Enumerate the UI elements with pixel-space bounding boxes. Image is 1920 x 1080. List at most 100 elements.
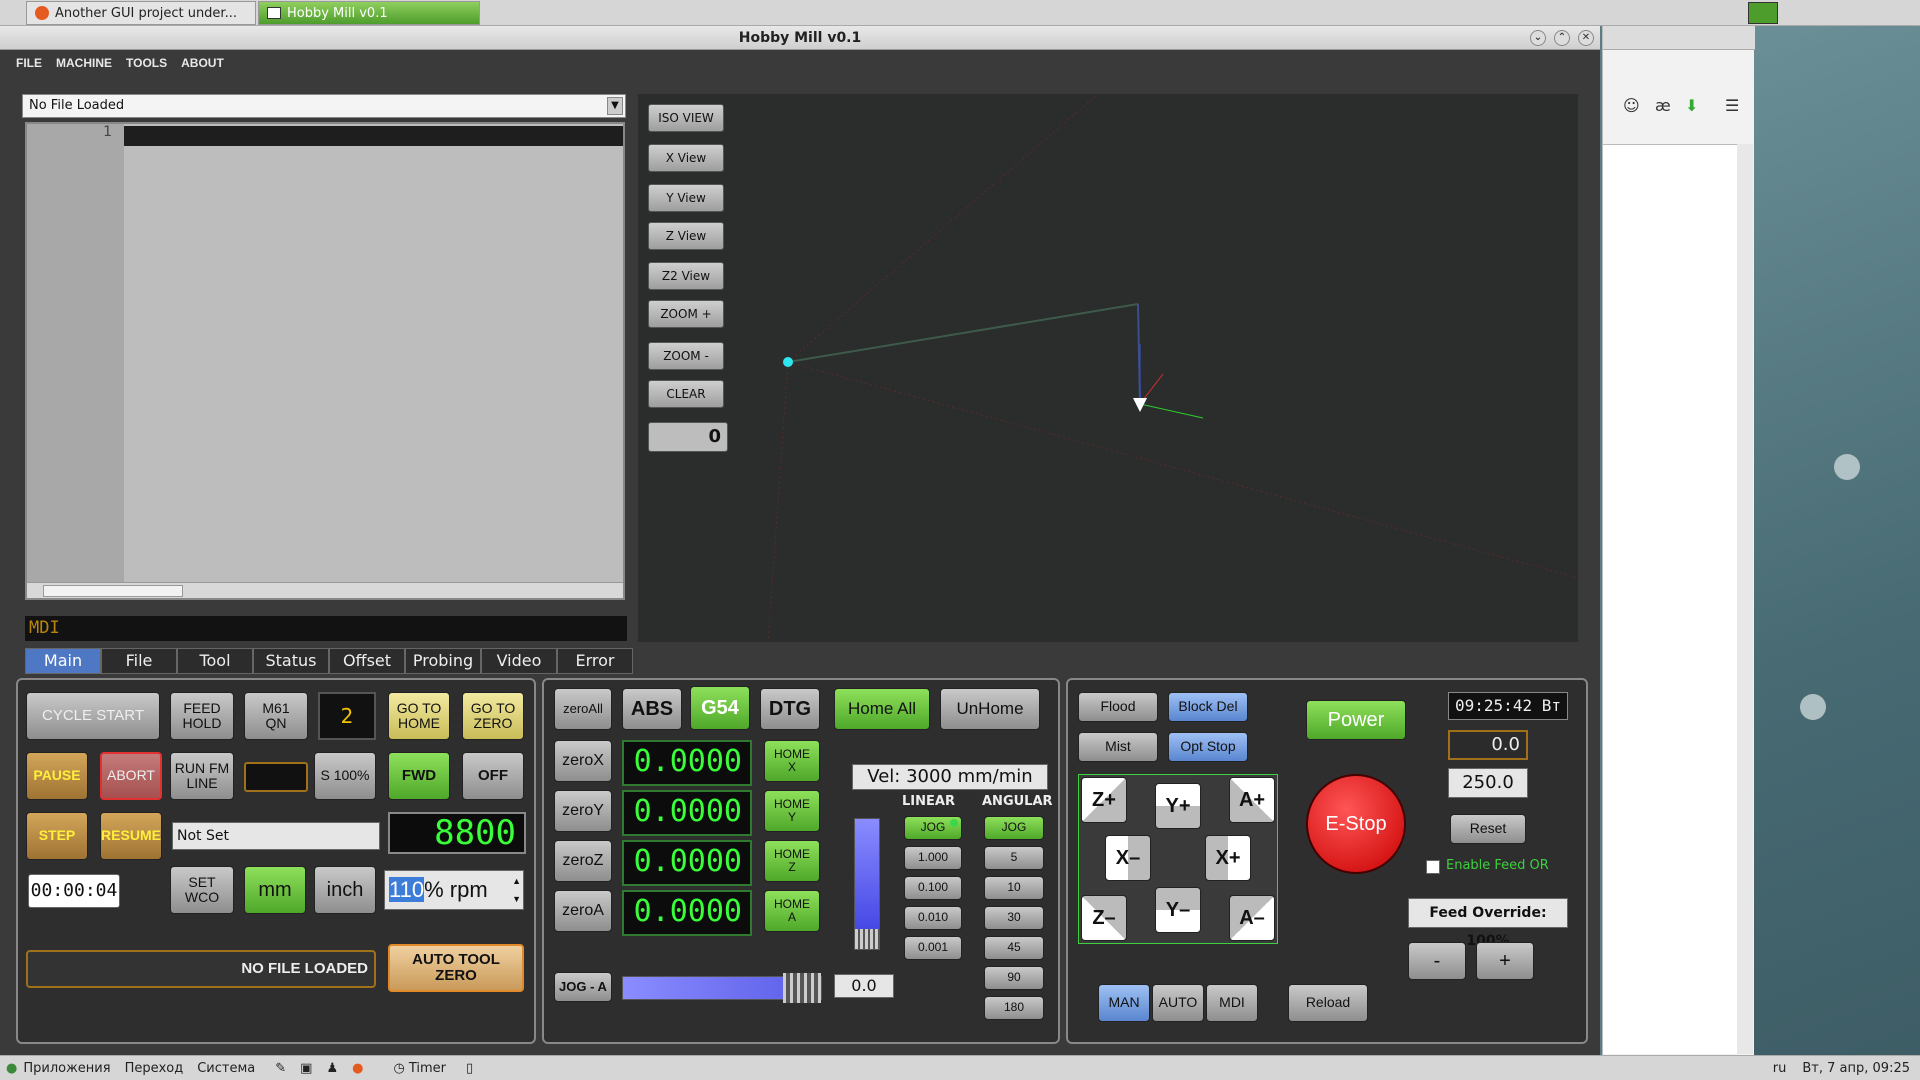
estop-button[interactable]: E-Stop (1306, 774, 1406, 874)
go-to-home-button[interactable]: GO TO HOME (388, 692, 450, 740)
zoom-out-button[interactable]: ZOOM - (648, 342, 724, 370)
menu-about[interactable]: ABOUT (181, 56, 224, 70)
mdi-input[interactable]: MDI (25, 616, 627, 641)
keyboard-layout[interactable]: ru (1773, 1061, 1787, 1076)
zero-y-button[interactable]: zeroY (554, 790, 612, 832)
download-icon[interactable]: ⬇ (1685, 96, 1698, 115)
trash-icon[interactable]: ▯ (466, 1061, 473, 1076)
abort-button[interactable]: ABORT (100, 752, 162, 800)
tab-tool[interactable]: Tool (177, 648, 253, 674)
timer-applet[interactable]: Timer (409, 1061, 446, 1076)
spindle-override-button[interactable]: S 100% (314, 752, 376, 800)
angular-step-90[interactable]: 90 (984, 966, 1044, 990)
feed-hold-button[interactable]: FEED HOLD (170, 692, 234, 740)
home-y-button[interactable]: HOME Y (764, 790, 820, 832)
home-z-button[interactable]: HOME Z (764, 840, 820, 882)
cycle-start-button[interactable]: CYCLE START (26, 692, 160, 740)
jog-z-minus-button[interactable]: Z– (1081, 895, 1127, 941)
set-wco-button[interactable]: SET WCO (170, 866, 234, 914)
jog-y-minus-button[interactable]: Y– (1155, 887, 1201, 933)
x-view-button[interactable]: X View (648, 144, 724, 172)
jog-x-minus-button[interactable]: X– (1105, 835, 1151, 881)
minimize-icon[interactable]: ⌄ (1530, 30, 1546, 46)
resume-button[interactable]: RESUME (100, 812, 162, 860)
jog-a-plus-button[interactable]: A+ (1229, 777, 1275, 823)
home-all-button[interactable]: Home All (834, 688, 930, 730)
jog-a-minus-button[interactable]: A– (1229, 895, 1275, 941)
dtg-button[interactable]: DTG (760, 688, 820, 730)
linear-step-0100[interactable]: 0.100 (904, 876, 962, 900)
apps-icon[interactable]: ● (6, 1061, 17, 1076)
mode-auto-button[interactable]: AUTO (1152, 984, 1204, 1022)
zero-a-button[interactable]: zeroA (554, 890, 612, 932)
firefox-icon[interactable]: ● (352, 1061, 363, 1076)
angular-step-180[interactable]: 180 (984, 996, 1044, 1020)
feed-override-plus-button[interactable]: + (1476, 942, 1534, 980)
run-from-line-input[interactable] (244, 762, 308, 792)
menu-system[interactable]: Система (197, 1061, 255, 1076)
spindle-fwd-button[interactable]: FWD (388, 752, 450, 800)
menu-file[interactable]: FILE (16, 56, 42, 70)
home-x-button[interactable]: HOME X (764, 740, 820, 782)
mist-button[interactable]: Mist (1078, 732, 1158, 762)
optional-stop-button[interactable]: Opt Stop (1168, 732, 1248, 762)
step-button[interactable]: STEP (26, 812, 88, 860)
account-icon[interactable]: ☺ (1623, 96, 1640, 115)
jog-y-plus-button[interactable]: Y+ (1155, 783, 1201, 829)
clear-button[interactable]: CLEAR (648, 380, 724, 408)
abs-button[interactable]: ABS (622, 688, 682, 730)
pause-button[interactable]: PAUSE (26, 752, 88, 800)
text-editor-icon[interactable]: ✎ (275, 1061, 286, 1076)
tab-file[interactable]: File (101, 648, 177, 674)
chevron-down-icon[interactable]: ▼ (607, 97, 623, 115)
file-select[interactable]: No File Loaded ▼ (22, 94, 626, 118)
maximize-icon[interactable]: ⌃ (1554, 30, 1570, 46)
y-view-button[interactable]: Y View (648, 184, 724, 212)
angular-step-30[interactable]: 30 (984, 906, 1044, 930)
close-icon[interactable]: ✕ (1578, 30, 1594, 46)
jog-x-plus-button[interactable]: X+ (1205, 835, 1251, 881)
m61-button[interactable]: M61 QN (244, 692, 308, 740)
zero-z-button[interactable]: zeroZ (554, 840, 612, 882)
tab-error[interactable]: Error (557, 648, 633, 674)
feed-override-minus-button[interactable]: - (1408, 942, 1466, 980)
mm-units-button[interactable]: mm (244, 866, 306, 914)
reload-button[interactable]: Reload (1288, 984, 1368, 1022)
iso-view-button[interactable]: ISO VIEW (648, 104, 724, 132)
tab-offset[interactable]: Offset (329, 648, 405, 674)
zero-all-button[interactable]: zeroAll (554, 688, 612, 730)
auto-tool-zero-button[interactable]: AUTO TOOL ZERO (388, 944, 524, 992)
horizontal-scrollbar[interactable] (27, 582, 623, 598)
tab-probing[interactable]: Probing (405, 648, 481, 674)
zoom-in-button[interactable]: ZOOM + (648, 300, 724, 328)
menu-apps[interactable]: Приложения (23, 1061, 110, 1076)
jog-axis-select[interactable]: JOG - A (554, 972, 612, 1002)
spindle-off-button[interactable]: OFF (462, 752, 524, 800)
ae-icon[interactable]: æ (1655, 96, 1671, 115)
menu-go[interactable]: Переход (125, 1061, 184, 1076)
angular-step-10[interactable]: 10 (984, 876, 1044, 900)
taskbar-task-hobbymill[interactable]: Hobby Mill v0.1 (258, 1, 480, 25)
spindle-rpm-spinbox[interactable]: 110% rpm ▲ ▼ (384, 870, 524, 910)
z2-view-button[interactable]: Z2 View (648, 262, 724, 290)
toolpath-viewer[interactable]: ISO VIEW X View Y View Z View Z2 View ZO… (638, 94, 1578, 642)
linear-step-0001[interactable]: 0.001 (904, 936, 962, 960)
menu-tools[interactable]: TOOLS (126, 56, 167, 70)
mode-mdi-button[interactable]: MDI (1206, 984, 1258, 1022)
tab-video[interactable]: Video (481, 648, 557, 674)
run-from-line-button[interactable]: RUN FM LINE (170, 752, 234, 800)
workspace-switcher[interactable] (1748, 2, 1778, 24)
angular-step-45[interactable]: 45 (984, 936, 1044, 960)
reset-button[interactable]: Reset (1450, 814, 1526, 844)
linux-icon[interactable]: ♟ (326, 1061, 338, 1076)
power-button[interactable]: Power (1306, 700, 1406, 740)
linear-step-0010[interactable]: 0.010 (904, 906, 962, 930)
jog-speed-slider[interactable] (854, 818, 880, 950)
menu-icon[interactable]: ☰ (1725, 96, 1739, 115)
linear-step-1000[interactable]: 1.000 (904, 846, 962, 870)
enable-feed-or-checkbox[interactable] (1426, 860, 1440, 874)
tab-status[interactable]: Status (253, 648, 329, 674)
zero-x-button[interactable]: zeroX (554, 740, 612, 782)
taskbar-task-browser[interactable]: Another GUI project under... (26, 1, 256, 25)
angular-jog-button[interactable]: JOG (984, 816, 1044, 840)
